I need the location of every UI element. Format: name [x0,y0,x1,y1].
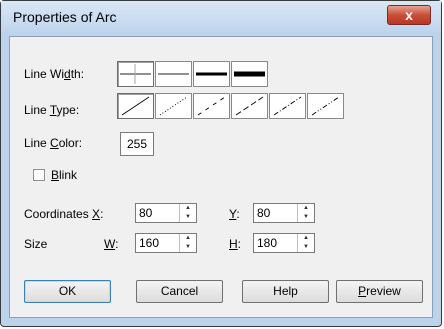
cancel-button[interactable]: Cancel [136,280,223,303]
dialog-body: Line Width: Line Type: Line Color: 255 B… [9,36,433,318]
line-type-long-dash[interactable] [231,93,268,119]
size-h-label: H: [229,237,242,251]
size-h-value[interactable]: 180 [257,236,277,250]
preview-button[interactable]: Preview [336,280,423,303]
size-w-value[interactable]: 160 [139,236,159,250]
spin-down-icon[interactable]: ▼ [180,213,196,222]
spin-up-icon[interactable]: ▲ [180,204,196,213]
line-color-button[interactable]: 255 [120,132,154,156]
close-icon: x [405,7,413,23]
line-type-dotted[interactable] [155,93,192,119]
line-color-label: Line Color: [24,136,83,150]
size-label: Size [24,237,48,251]
line-type-label: Line Type: [24,103,80,117]
spin-down-icon[interactable]: ▼ [180,243,196,252]
line-width-option-2[interactable] [155,61,192,87]
line-width-option-1[interactable] [117,61,154,87]
coordinate-x-value[interactable]: 80 [139,206,152,220]
line-type-solid[interactable] [117,93,154,119]
spin-up-icon[interactable]: ▲ [298,234,314,243]
size-w-spinner[interactable]: 160 ▲ ▼ [135,233,197,253]
coordinate-x-spinner[interactable]: 80 ▲ ▼ [135,203,197,223]
ok-button[interactable]: OK [24,280,111,303]
line-type-dash-dot[interactable] [269,93,306,119]
spin-up-icon[interactable]: ▲ [180,234,196,243]
coordinate-y-value[interactable]: 80 [257,206,270,220]
line-width-option-3[interactable] [193,61,230,87]
coordinates-label: Coordinates X: [24,207,104,221]
coordinate-y-spinner[interactable]: 80 ▲ ▼ [253,203,315,223]
blink-checkbox[interactable] [33,169,45,181]
line-width-label: Line Width: [24,67,85,81]
spin-down-icon[interactable]: ▼ [298,243,314,252]
title-bar[interactable]: Properties of Arc x [1,1,441,33]
size-w-label: W: [104,237,119,251]
close-button[interactable]: x [387,5,431,25]
spin-down-icon[interactable]: ▼ [298,213,314,222]
line-width-option-4[interactable] [231,61,268,87]
line-type-dashed[interactable] [193,93,230,119]
line-type-dash-dot-dot[interactable] [307,93,344,119]
properties-dialog: Properties of Arc x Line Width: Line Typ… [0,0,442,327]
coordinate-y-label: Y: [229,207,240,221]
blink-label[interactable]: Blink [51,168,77,182]
help-button[interactable]: Help [242,280,329,303]
window-title: Properties of Arc [13,9,117,25]
size-h-spinner[interactable]: 180 ▲ ▼ [253,233,315,253]
spin-up-icon[interactable]: ▲ [298,204,314,213]
